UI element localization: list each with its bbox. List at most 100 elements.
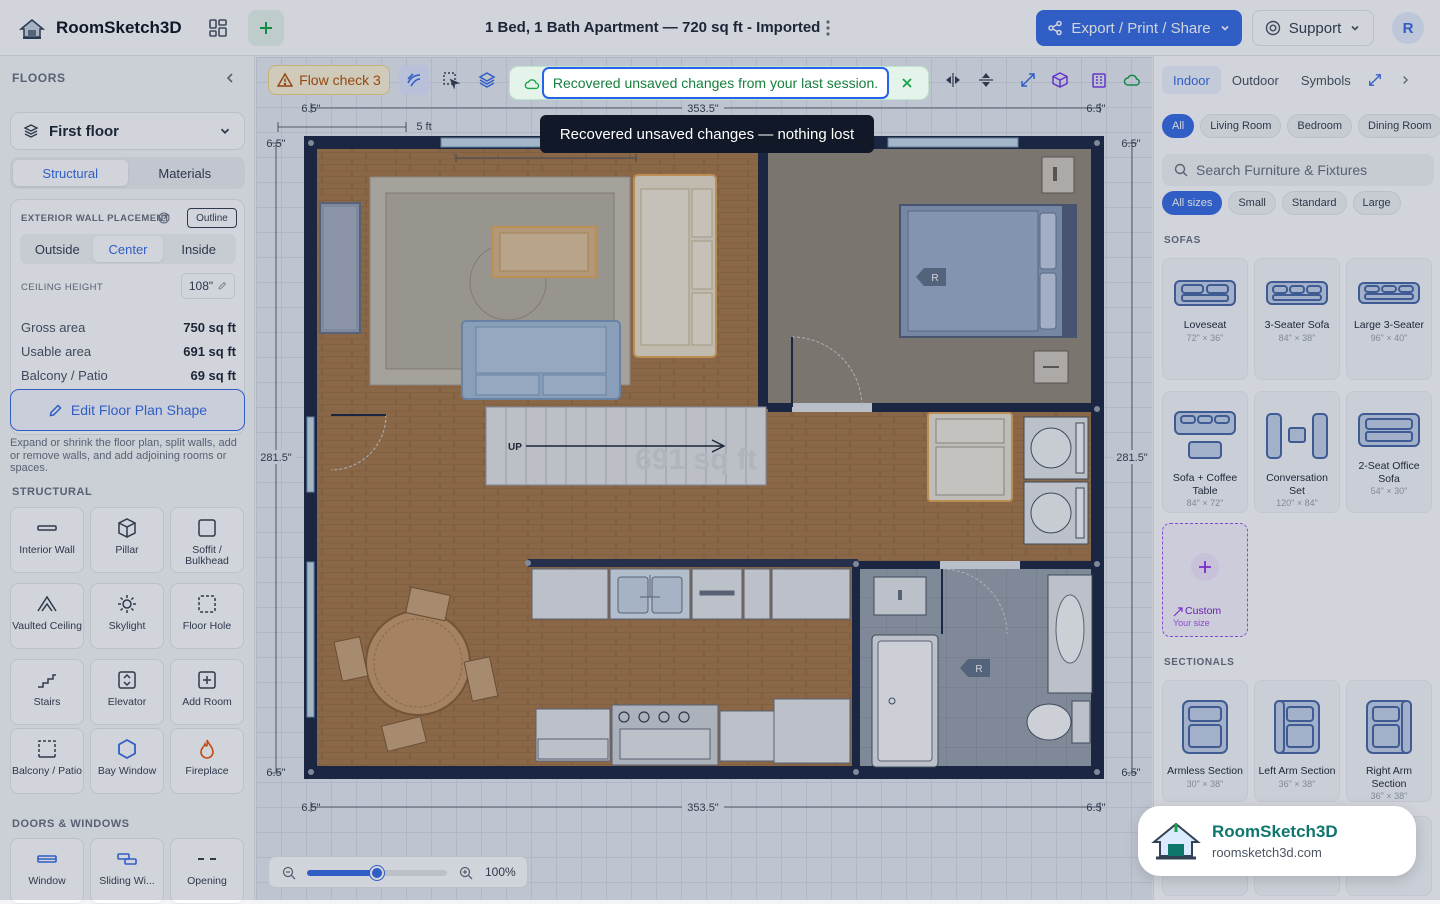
size-filter-large[interactable]: Large (1352, 191, 1401, 215)
scale-label: 5 ft (416, 121, 431, 133)
zoom-in-icon[interactable] (459, 866, 473, 880)
tool-interior-wall[interactable]: Interior Wall (10, 507, 84, 573)
dim-margin: 6.5" (1121, 767, 1140, 779)
tool-bay-window[interactable]: Bay Window (90, 728, 164, 794)
tab-structural[interactable]: Structural (13, 160, 128, 186)
zoom-slider-thumb[interactable] (370, 866, 384, 880)
catalog-item-custom[interactable]: Custom Your size (1162, 523, 1248, 637)
wall-option-outside[interactable]: Outside (22, 236, 93, 262)
tool-balcony[interactable]: Balcony / Patio (10, 728, 84, 794)
tool-stairs[interactable]: Stairs (10, 659, 84, 725)
catalog-item-right-arm-section[interactable]: Right Arm Section 36" × 38" (1346, 680, 1432, 802)
tool-opening[interactable]: Opening (170, 838, 244, 904)
export-button[interactable]: Export / Print / Share (1036, 10, 1242, 46)
tool-pillar[interactable]: Pillar (90, 507, 164, 573)
tool-label: Interior Wall (19, 544, 75, 556)
armless-section-icon (1182, 700, 1228, 754)
tab-outdoor[interactable]: Outdoor (1221, 66, 1290, 94)
zoom-out-icon[interactable] (282, 866, 296, 880)
catalog-item-large-3-seater[interactable]: Large 3-Seater 96" × 40" (1346, 258, 1432, 380)
tool-sliding-window[interactable]: Sliding Wi... (90, 838, 164, 904)
filter-bedroom[interactable]: Bedroom (1287, 114, 1353, 138)
floor-selected-label: First floor (49, 122, 119, 140)
laundry-cabinet (927, 412, 1013, 502)
panel-tabs: Structural Materials (10, 157, 245, 189)
floor-selector[interactable]: First floor (10, 112, 245, 150)
dim-right: 281.5" (1116, 452, 1148, 464)
soffit-icon (198, 519, 216, 537)
brand-url: roomsketch3d.com (1212, 845, 1322, 860)
tab-symbols[interactable]: Symbols (1290, 66, 1362, 94)
item-dims: 54" × 30" (1370, 486, 1408, 496)
app-logo[interactable]: RoomSketch3D (0, 14, 196, 42)
wall-option-inside[interactable]: Inside (163, 236, 234, 262)
collapse-sidebar-button[interactable] (220, 68, 240, 88)
toast-close-button[interactable] (896, 72, 918, 94)
tool-add-room[interactable]: Add Room (170, 659, 244, 725)
item-dims: 120" × 84" (1276, 498, 1318, 508)
item-name: 3-Seater Sofa (1264, 319, 1330, 331)
nightstand-handle (1053, 167, 1057, 181)
tab-materials[interactable]: Materials (128, 160, 243, 186)
collapse-panel-button[interactable] (1398, 73, 1412, 87)
floor-plan-canvas[interactable]: Flow check 3 353.5" 353.5" 281.5" 281.5"… (256, 57, 1152, 900)
tool-label: Add Room (182, 696, 232, 708)
dim-margin: 6.5" (301, 802, 320, 814)
size-filter-small[interactable]: Small (1228, 191, 1276, 215)
catalog-item-conversation-set[interactable]: Conversation Set 120" × 84" (1254, 391, 1340, 513)
catalog-item-3-seater-sofa[interactable]: 3-Seater Sofa 84" × 38" (1254, 258, 1340, 380)
dim-margin: 6.5" (1086, 103, 1105, 115)
bay-window-icon (118, 738, 136, 760)
tool-label: Soffit / Bulkhead (185, 544, 229, 567)
size-filter-all[interactable]: All sizes (1162, 191, 1223, 215)
zoom-slider[interactable] (307, 866, 447, 880)
tool-label: Window (28, 875, 66, 887)
catalog-item-loveseat[interactable]: Loveseat 72" × 36" (1162, 258, 1248, 380)
house-logo-icon (18, 18, 46, 39)
item-dims: 30" × 38" (1186, 778, 1224, 789)
bathtub (871, 634, 939, 768)
document-menu-button[interactable] (816, 14, 840, 42)
furniture-search[interactable] (1162, 154, 1434, 186)
custom-sub: Your size (1173, 618, 1210, 628)
share-icon (1048, 20, 1063, 36)
filter-all[interactable]: All (1162, 114, 1195, 138)
help-icon[interactable] (158, 212, 170, 224)
stat-label: Balcony / Patio (21, 368, 108, 383)
tool-label: Fireplace (185, 765, 229, 777)
catalog-item-armless-section[interactable]: Armless Section 30" × 38" (1162, 680, 1248, 802)
catalog-item-sofa-coffee-table[interactable]: Sofa + Coffee Table 84" × 72" (1162, 391, 1248, 513)
filter-living-room[interactable]: Living Room (1200, 114, 1282, 138)
tool-soffit[interactable]: Soffit / Bulkhead (170, 507, 244, 573)
user-avatar[interactable]: R (1392, 12, 1424, 44)
floor-plan-drawing[interactable]: 353.5" 353.5" 281.5" 281.5" 6.5" 6.5" 6.… (256, 57, 1152, 900)
catalog-item-left-arm-section[interactable]: Left Arm Section 36" × 38" (1254, 680, 1340, 802)
tool-fireplace[interactable]: Fireplace (170, 728, 244, 794)
dashboard-button[interactable] (200, 10, 236, 46)
support-button[interactable]: Support (1252, 10, 1374, 46)
size-filter-standard[interactable]: Standard (1281, 191, 1347, 215)
outline-button[interactable]: Outline (187, 208, 237, 228)
tool-window[interactable]: Window (10, 838, 84, 904)
ceiling-height-input[interactable]: 108" (181, 273, 235, 299)
search-icon (1174, 163, 1188, 177)
tool-label: Elevator (107, 696, 147, 708)
sofa-coffee-table-icon (1174, 411, 1236, 459)
tool-vaulted-ceiling[interactable]: Vaulted Ceiling (10, 583, 84, 649)
wall-option-center[interactable]: Center (92, 236, 164, 262)
tool-label: Balcony / Patio (11, 765, 83, 777)
vaulted-ceiling-icon (37, 595, 57, 612)
tool-floor-hole[interactable]: Floor Hole (170, 583, 244, 649)
search-input[interactable] (1196, 162, 1416, 178)
tool-skylight[interactable]: Skylight (90, 583, 164, 649)
sofa-bottom (461, 320, 621, 400)
tool-elevator[interactable]: Elevator (90, 659, 164, 725)
tab-indoor[interactable]: Indoor (1162, 66, 1221, 94)
add-project-button[interactable] (248, 9, 284, 46)
expand-panel-button[interactable] (1368, 73, 1382, 87)
catalog-item-2-seat-office-sofa[interactable]: 2-Seat Office Sofa 54" × 30" (1346, 391, 1432, 513)
edit-floor-plan-shape-button[interactable]: Edit Floor Plan Shape (10, 389, 245, 431)
brand-text: RoomSketch3D roomsketch3d.com (1212, 822, 1338, 860)
document-title[interactable]: 1 Bed, 1 Bath Apartment — 720 sq ft - Im… (485, 19, 820, 36)
filter-dining-room[interactable]: Dining Room (1358, 114, 1440, 138)
